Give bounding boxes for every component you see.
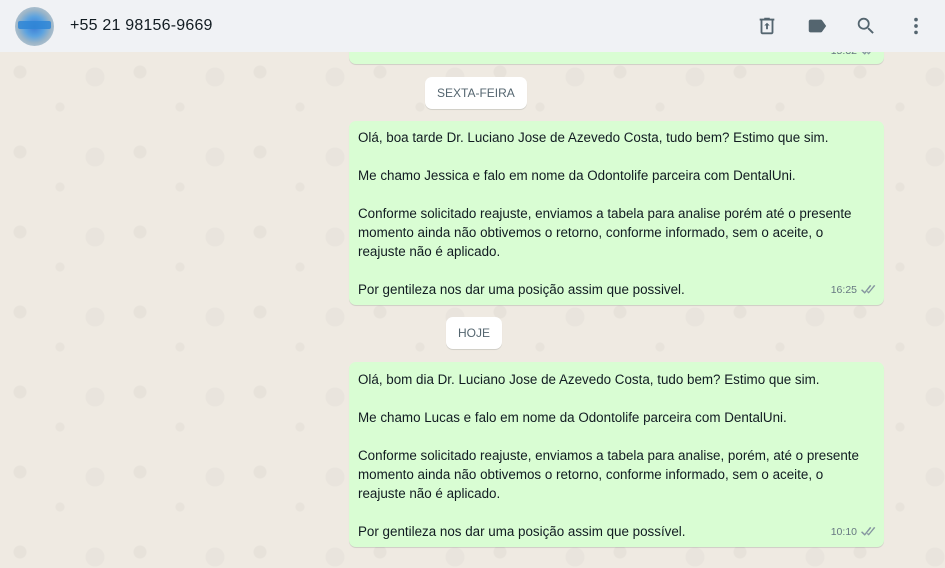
- date-divider: SEXTA-FEIRA: [425, 77, 527, 109]
- contact-name[interactable]: +55 21 98156-9669: [70, 17, 213, 35]
- message-bubble[interactable]: Olá, bom dia Dr. Luciano Jose de Azevedo…: [349, 362, 884, 547]
- search-button[interactable]: [854, 14, 878, 38]
- double-check-icon: [861, 527, 876, 536]
- menu-button[interactable]: [904, 14, 928, 38]
- message-time: 10:10: [830, 526, 857, 538]
- search-icon: [857, 17, 874, 34]
- chat-header: +55 21 98156-9669: [0, 0, 945, 52]
- contact-avatar[interactable]: [15, 6, 54, 46]
- message-meta: 10:10: [831, 523, 876, 542]
- label-button[interactable]: [805, 14, 829, 38]
- double-check-icon: [861, 285, 876, 294]
- delete-button[interactable]: [755, 14, 779, 38]
- message-text: Olá, boa tarde Dr. Luciano Jose de Azeve…: [358, 130, 852, 297]
- message-time: 16:25: [830, 284, 857, 296]
- message-meta: 16:25: [831, 281, 876, 300]
- message-bubble[interactable]: Olá, boa tarde Dr. Luciano Jose de Azeve…: [349, 121, 884, 305]
- menu-icon: [914, 17, 918, 35]
- date-divider: HOJE: [446, 317, 503, 349]
- message-list[interactable]: 15:32 SEXTA-FEIRA Olá, boa tarde Dr. Luc…: [0, 40, 945, 568]
- delete-icon: [759, 17, 775, 35]
- message-text: Olá, bom dia Dr. Luciano Jose de Azevedo…: [358, 372, 859, 539]
- label-icon: [808, 19, 827, 33]
- whatsapp-chat-window: +55 21 98156-9669 SEXTA-FEIRA Olá, boa t…: [0, 0, 945, 568]
